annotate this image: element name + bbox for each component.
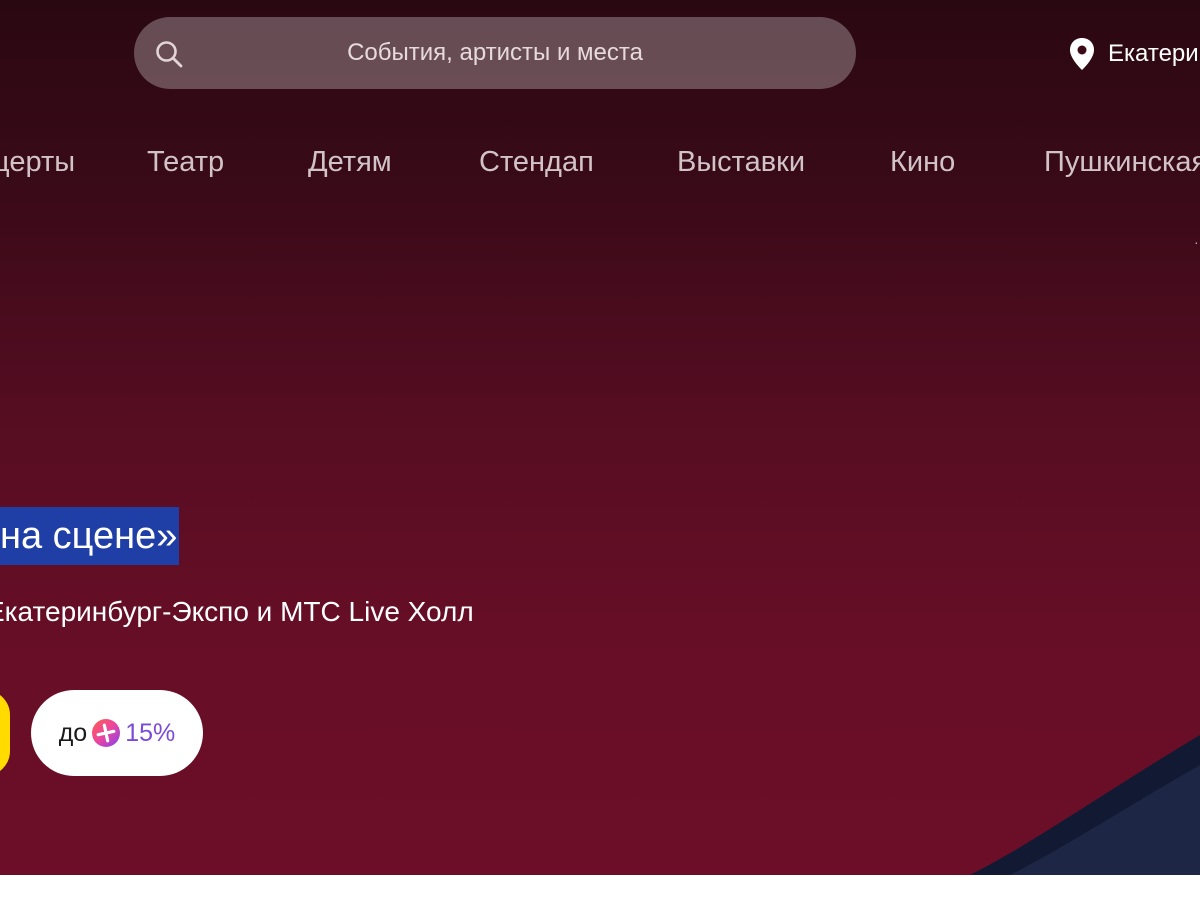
cashback-badge[interactable]: до 15%: [31, 690, 203, 776]
nav-item-cinema[interactable]: Кино: [890, 146, 955, 179]
map-pin-icon: [1070, 38, 1094, 70]
nav-item-kids[interactable]: Детям: [308, 146, 392, 179]
cashback-prefix: до: [58, 718, 88, 747]
city-name: Екатеринбург: [1108, 40, 1200, 67]
nav-item-standup[interactable]: Стендап: [479, 146, 594, 179]
plus-icon: [92, 719, 121, 747]
promo-venue: Екатеринбург-Экспо и МТС Live Холл: [0, 596, 474, 627]
content-area: [0, 875, 1200, 900]
category-nav: Концерты Театр Детям Стендап Выставки Ки…: [0, 146, 1200, 182]
nav-item-pushkin-card[interactable]: Пушкинская карта: [1044, 146, 1200, 179]
search-input[interactable]: События, артисты и места: [134, 17, 856, 89]
hero-banner[interactable]: События, артисты и места Екатеринбург Ко…: [0, 0, 1200, 875]
city-selector[interactable]: Екатеринбург: [1068, 36, 1200, 72]
scroll-hint: ·: [1194, 234, 1199, 250]
search-bar[interactable]: События, артисты и места: [134, 17, 856, 89]
nav-item-exhibitions[interactable]: Выставки: [677, 146, 805, 179]
artist-photo-fragment: [970, 735, 1200, 875]
nav-item-concerts[interactable]: Концерты: [0, 146, 75, 179]
buy-ticket-button[interactable]: [0, 690, 10, 776]
promo-headline: на сцене»: [0, 507, 180, 565]
nav-item-theatre[interactable]: Театр: [147, 146, 224, 179]
cashback-value: 15%: [125, 718, 176, 747]
